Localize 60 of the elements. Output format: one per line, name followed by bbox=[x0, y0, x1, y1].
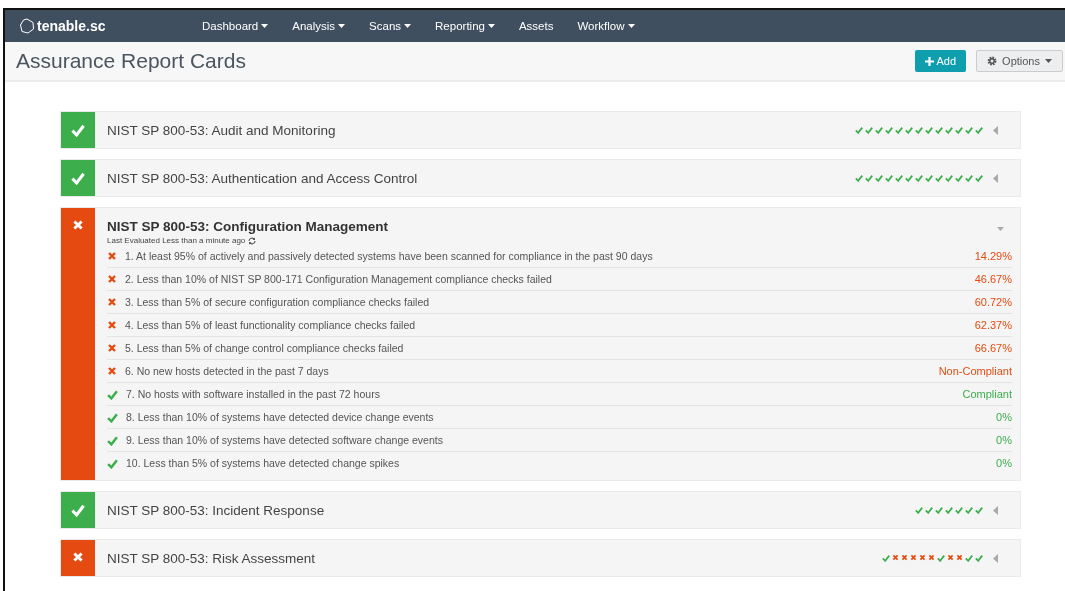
page-title: Assurance Report Cards bbox=[16, 49, 247, 73]
result-value: 0% bbox=[996, 434, 1012, 446]
result-value: 0% bbox=[996, 411, 1012, 423]
result-value: 66.67% bbox=[974, 342, 1012, 354]
options-button[interactable]: Options bbox=[976, 50, 1063, 72]
nav-menu-item[interactable]: Assets bbox=[518, 20, 554, 32]
caret-icon bbox=[338, 24, 346, 28]
check-icon bbox=[71, 123, 85, 137]
cross-icon bbox=[72, 219, 84, 231]
requirement-text: 2. Less than 10% of NIST SP 800-171 Configuration Management compliance checks failed bbox=[125, 273, 553, 285]
report-card[interactable]: NIST SP 800-53: Risk Assessment bbox=[60, 539, 1021, 577]
result-value: 14.29% bbox=[974, 250, 1012, 262]
collapse-caret-icon bbox=[997, 227, 1004, 231]
card-title: NIST SP 800-53: Risk Assessment bbox=[107, 550, 317, 566]
report-card[interactable]: NIST SP 800-53: Authentication and Access Control bbox=[60, 159, 1021, 197]
requirement-text: 4. Less than 5% of least functionality compliance checks failed bbox=[125, 319, 417, 331]
report-card[interactable]: NIST SP 800-53: Audit and Monitoring bbox=[60, 111, 1021, 149]
caret-icon bbox=[404, 24, 412, 28]
gear-icon bbox=[987, 56, 998, 66]
card-title: NIST SP 800-53: Authentication and Access Control bbox=[107, 170, 419, 186]
card-title: NIST SP 800-53: Incident Response bbox=[107, 502, 326, 518]
requirement-text: 1. At least 95% of actively and passively detected systems have been scanned for compliance in the past 90 days bbox=[125, 250, 654, 262]
expand-caret-icon[interactable] bbox=[993, 125, 998, 135]
nav-menu-item[interactable]: Analysis bbox=[292, 20, 346, 32]
report-card[interactable] bbox=[60, 207, 1021, 481]
check-icon bbox=[71, 171, 85, 185]
nav-menu-item[interactable]: Workflow bbox=[577, 20, 635, 32]
requirement-text: 5. Less than 5% of change control compliance checks failed bbox=[125, 342, 405, 354]
card-title: NIST SP 800-53: Configuration Management bbox=[107, 218, 390, 234]
caret-icon bbox=[261, 24, 269, 28]
brand-name: tenable.sc bbox=[37, 18, 106, 34]
nav-menu-item[interactable]: Reporting bbox=[435, 20, 495, 32]
report-card[interactable]: NIST SP 800-53: Incident Response bbox=[60, 491, 1021, 529]
result-value: Non-Compliant bbox=[938, 365, 1012, 377]
result-value: 60.72% bbox=[974, 296, 1012, 308]
plus-icon bbox=[924, 56, 934, 66]
requirement-text: 3. Less than 5% of secure configuration compliance checks failed bbox=[125, 296, 431, 308]
result-value: 0% bbox=[996, 457, 1012, 469]
nav-menu-item[interactable]: Dashboard bbox=[202, 20, 269, 32]
nav-menu-item[interactable]: Scans bbox=[369, 20, 412, 32]
logo-icon bbox=[19, 18, 35, 34]
requirement-text: 9. Less than 10% of systems have detected software change events bbox=[126, 434, 444, 446]
result-value: Compliant bbox=[962, 388, 1012, 400]
expand-caret-icon[interactable] bbox=[993, 173, 998, 183]
caret-icon bbox=[1045, 59, 1052, 63]
refresh-icon[interactable] bbox=[248, 236, 257, 245]
requirement-text: 8. Less than 10% of systems have detected device change events bbox=[126, 411, 435, 423]
expand-caret-icon[interactable] bbox=[993, 505, 998, 515]
caret-icon bbox=[627, 24, 635, 28]
card-title: NIST SP 800-53: Audit and Monitoring bbox=[107, 122, 337, 138]
expand-caret-icon[interactable] bbox=[993, 553, 998, 563]
requirement-text: 7. No hosts with software installed in the past 72 hours bbox=[126, 388, 381, 400]
check-icon bbox=[71, 503, 85, 517]
caret-icon bbox=[487, 24, 495, 28]
requirement-text: 6. No new hosts detected in the past 7 days bbox=[125, 365, 330, 377]
cross-icon bbox=[72, 551, 84, 563]
result-value: 62.37% bbox=[974, 319, 1012, 331]
requirement-text: 10. Less than 5% of systems have detected change spikes bbox=[126, 457, 401, 469]
result-value: 46.67% bbox=[974, 273, 1012, 285]
last-evaluated-text: Last Evaluated Less than a minute ago bbox=[107, 236, 246, 245]
